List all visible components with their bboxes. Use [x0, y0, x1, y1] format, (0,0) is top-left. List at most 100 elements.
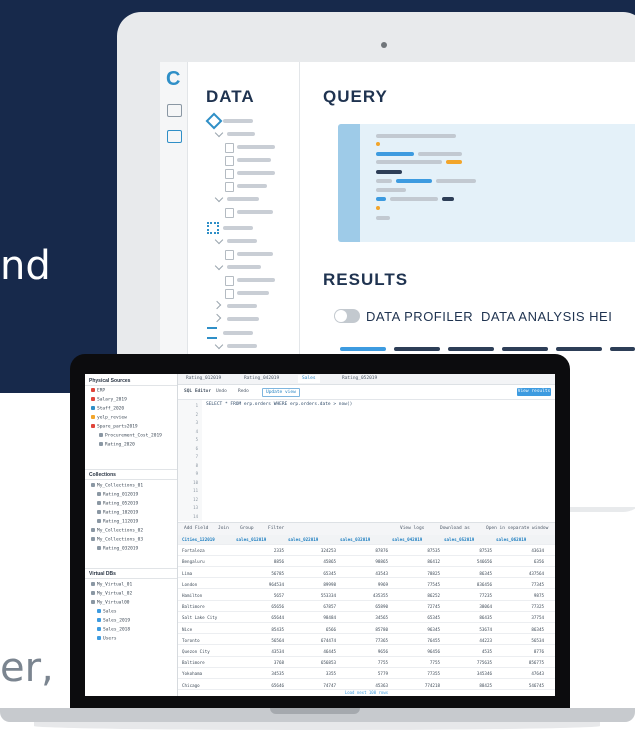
sidebar-item-procurement-cost-2019[interactable]: Procurement_Cost_2019: [99, 433, 162, 439]
table-row[interactable]: Yokohama 34535 3355 5779 77355 345346 47643: [178, 669, 555, 679]
update-view-button[interactable]: Update view: [262, 388, 300, 397]
tab-rating-012019[interactable]: Rating_012019: [182, 375, 225, 383]
filter-button[interactable]: Filter: [268, 526, 284, 531]
sidebar-item-rating-112019[interactable]: Rating_112019: [97, 519, 138, 525]
column-header[interactable]: sales_032019: [340, 537, 370, 542]
tree-node[interactable]: [227, 265, 261, 269]
table-row[interactable]: Lima 56785 65345 43543 78825 86345 437564: [178, 569, 555, 579]
table-cell: 65644: [271, 615, 284, 621]
column-header[interactable]: sales_052019: [444, 537, 474, 542]
undo-button[interactable]: Undo: [216, 389, 227, 394]
column-header[interactable]: Cities_122019: [182, 537, 215, 542]
tree-node[interactable]: [237, 158, 271, 162]
join-button[interactable]: Join: [218, 526, 229, 531]
sidebar-item-my-collections-01[interactable]: My_Collections_01: [91, 483, 143, 489]
chevron-down-icon[interactable]: [214, 235, 224, 245]
sidebar-item-users[interactable]: Users: [97, 636, 117, 642]
table-row[interactable]: Chicago 65646 74747 45363 774218 88425 546745: [178, 681, 555, 691]
sidebar-item-yelp-review[interactable]: yelp_review: [91, 415, 127, 421]
tablet-camera: [381, 42, 387, 48]
tree-node[interactable]: [237, 145, 275, 149]
sidebar-item-sales[interactable]: Sales: [97, 609, 117, 615]
data-analysis-tab[interactable]: DATA ANALYSIS HEI: [481, 309, 612, 324]
tab-rating-042019[interactable]: Rating_042019: [240, 375, 283, 383]
chevron-down-icon[interactable]: [214, 340, 224, 350]
tree-node[interactable]: [237, 291, 269, 295]
tree-node[interactable]: [223, 119, 253, 123]
tree-node[interactable]: [227, 304, 257, 308]
sidebar-item-rating-052019[interactable]: Rating_052019: [97, 501, 138, 507]
edit-icon[interactable]: [167, 130, 182, 143]
tree-node[interactable]: [237, 210, 273, 214]
tree-node[interactable]: [227, 344, 257, 348]
tree-node[interactable]: [227, 197, 259, 201]
book-icon[interactable]: [167, 104, 182, 117]
column-header[interactable]: sales_042019: [392, 537, 422, 542]
chevron-down-icon[interactable]: [214, 261, 224, 271]
folder-icon: [91, 483, 95, 487]
sidebar-item-rating-012019[interactable]: Rating_012019: [97, 492, 138, 498]
tree-node[interactable]: [237, 171, 275, 175]
table-row[interactable]: Bengaluru 8856 45865 98865 86412 546656 6356: [178, 557, 555, 567]
chevron-down-icon[interactable]: [214, 193, 224, 203]
table-cell: 56564: [271, 637, 284, 643]
tree-node[interactable]: [223, 226, 253, 230]
sidebar-item-my-virtual-01[interactable]: My_Virtual_01: [91, 582, 132, 588]
view-results-button[interactable]: View results: [517, 388, 551, 396]
chevron-right-icon[interactable]: [212, 313, 222, 323]
sidebar-item-sales-2018[interactable]: Sales_2018: [97, 627, 130, 633]
download-button[interactable]: Download as: [440, 526, 470, 531]
tree-node[interactable]: [223, 331, 253, 335]
tree-node[interactable]: [227, 317, 259, 321]
sidebar-item-rating-032019[interactable]: Rating_032019: [97, 546, 138, 552]
column-header[interactable]: sales_012019: [236, 537, 266, 542]
tree-node[interactable]: [237, 184, 267, 188]
column-header[interactable]: sales_022019: [288, 537, 318, 542]
column-header[interactable]: sales_062019: [496, 537, 526, 542]
sql-code[interactable]: SELECT * FROM erp.orders WHERE erp.order…: [206, 402, 352, 407]
tab-rating-052019[interactable]: Rating_052019: [338, 375, 381, 383]
sidebar-item-rating-102019[interactable]: Rating_102019: [97, 510, 138, 516]
sidebar-item-rating-2020[interactable]: Rating_2020: [99, 442, 135, 448]
table-row[interactable]: London 964534 89998 9969 77545 836456 77345: [178, 580, 555, 590]
open-separate-window-button[interactable]: Open in separate window: [486, 526, 548, 531]
table-row[interactable]: Quezon City 43534 46445 9656 96456 4535 8776: [178, 647, 555, 657]
query-heading: QUERY: [323, 87, 388, 106]
tree-node[interactable]: [227, 239, 257, 243]
sidebar-item-sales-2019[interactable]: Sales_2019: [97, 618, 130, 624]
sidebar-item-erp[interactable]: ERP: [91, 388, 105, 394]
tree-node[interactable]: [237, 278, 275, 282]
load-more-link[interactable]: Load next 100 rows: [178, 690, 555, 696]
chevron-right-icon[interactable]: [212, 300, 222, 310]
sidebar-item-my-collections-02[interactable]: My_Collections_02: [91, 528, 143, 534]
sidebar-item-staff-2020[interactable]: Staff_2020: [91, 406, 124, 412]
table-cell: 65345: [323, 570, 336, 576]
table-row[interactable]: Baltimore 3768 656853 7755 7755 775635 856775: [178, 658, 555, 668]
editor-toolbar: SQL Editor Undo Redo Update view View re…: [178, 385, 555, 400]
query-editor[interactable]: [338, 124, 635, 242]
table-row[interactable]: Hamilton 5657 553334 435355 86252 77235 9875: [178, 591, 555, 601]
sidebar-item-my-virtual-02[interactable]: My_Virtual_02: [91, 591, 132, 597]
table-row[interactable]: Nice 85435 6566 85780 96345 53674 86345: [178, 625, 555, 635]
tree-node[interactable]: [237, 252, 273, 256]
view-logs-button[interactable]: View logs: [400, 526, 424, 531]
table-row[interactable]: Salt Lake City 65644 98484 34565 65345 86435 3…: [178, 613, 555, 623]
redo-button[interactable]: Redo: [238, 389, 249, 394]
table-row[interactable]: Baltimore 65656 67857 65890 72745 38064 77325: [178, 602, 555, 612]
sidebar-item-spare-parts2019[interactable]: Spare_parts2019: [91, 424, 138, 430]
sidebar-item-salary-2019[interactable]: Salary_2019: [91, 397, 127, 403]
table-row[interactable]: Fortaleza 2335 324253 87876 87535 87535 43634: [178, 546, 555, 556]
sidebar-item-my-virtual00[interactable]: My_Virtual00: [91, 600, 130, 606]
add-field-button[interactable]: Add Field: [184, 526, 208, 531]
sql-editor[interactable]: 1 2 3 4 5 6 7 8 9 10 11 12 13 14 SELECT * FROM erp.or…: [178, 400, 555, 521]
group-button[interactable]: Group: [240, 526, 254, 531]
data-profiler-toggle[interactable]: [334, 309, 360, 323]
chevron-down-icon[interactable]: [214, 128, 224, 138]
sidebar-item-my-collections-03[interactable]: My_Collections_03: [91, 537, 143, 543]
code-line: [376, 152, 414, 156]
table-row[interactable]: Toronto 56564 674474 77365 76455 44223 56534: [178, 636, 555, 646]
tree-node[interactable]: [227, 132, 255, 136]
database-icon: [91, 406, 95, 410]
table-cell: 5657: [273, 593, 284, 598]
tab-sales[interactable]: Sales: [298, 375, 320, 383]
